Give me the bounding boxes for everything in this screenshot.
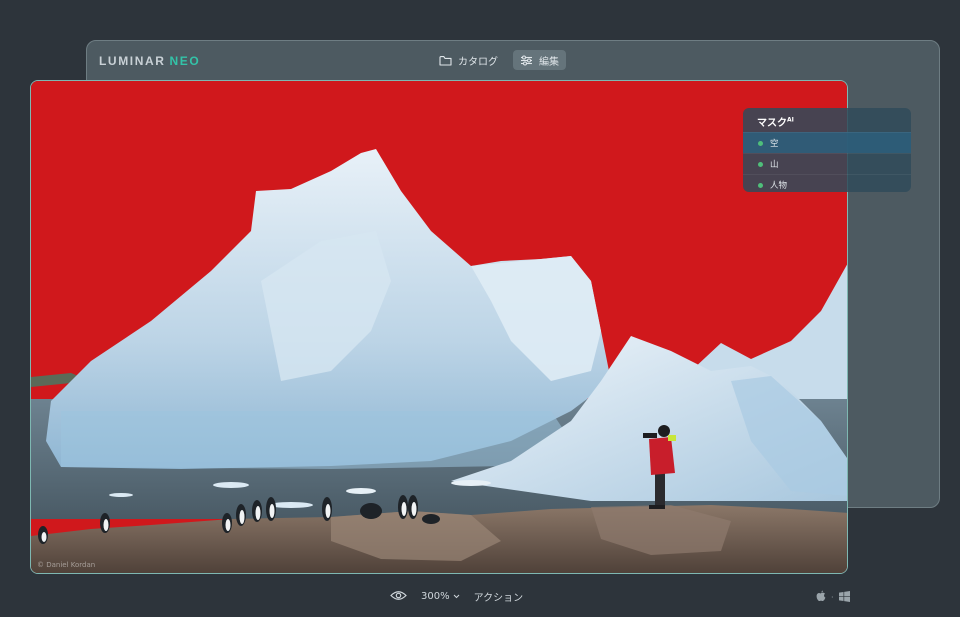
tab-catalog-label: カタログ bbox=[458, 56, 498, 68]
platform-icons: · bbox=[816, 590, 850, 604]
mask-item-sky[interactable]: 空 bbox=[743, 132, 911, 153]
tab-edit-label: 編集 bbox=[539, 56, 559, 68]
apple-icon bbox=[816, 590, 826, 604]
mask-title-sup: AI bbox=[787, 116, 794, 124]
logo-main: LUMINAR bbox=[99, 54, 166, 68]
bottom-toolbar: 300% アクション bbox=[390, 589, 523, 604]
zoom-value: 300% bbox=[421, 591, 450, 602]
iceberg-photo bbox=[31, 81, 847, 573]
actions-button[interactable]: アクション bbox=[474, 589, 524, 604]
tab-catalog[interactable]: カタログ bbox=[432, 50, 505, 70]
logo-accent: NEO bbox=[169, 54, 201, 68]
mask-item-people[interactable]: 人物 bbox=[743, 174, 911, 192]
app-logo: LUMINAR NEO bbox=[99, 54, 200, 68]
mask-item-label: 空 bbox=[770, 139, 779, 149]
photo-credit: © Daniel Kordan bbox=[37, 561, 96, 569]
chevron-down-icon bbox=[453, 591, 460, 602]
platform-separator: · bbox=[831, 592, 834, 602]
photo-canvas[interactable]: © Daniel Kordan bbox=[30, 80, 848, 574]
mask-item-label: 人物 bbox=[770, 181, 788, 191]
mask-item-label: 山 bbox=[770, 160, 779, 170]
tab-edit[interactable]: 編集 bbox=[513, 50, 566, 70]
status-dot-icon bbox=[758, 182, 763, 188]
windows-icon bbox=[838, 590, 850, 604]
sliders-icon bbox=[520, 55, 533, 66]
mask-panel-title: マスクAI bbox=[743, 108, 911, 132]
mask-ai-panel: マスクAI 空 山 人物 bbox=[743, 108, 911, 192]
eye-icon[interactable] bbox=[390, 590, 407, 604]
status-dot-icon bbox=[758, 161, 763, 167]
zoom-dropdown[interactable]: 300% bbox=[421, 591, 460, 602]
mode-tabs: カタログ 編集 bbox=[432, 50, 566, 70]
status-dot-icon bbox=[758, 140, 763, 146]
folder-icon bbox=[439, 55, 452, 66]
mask-title-text: マスク bbox=[757, 118, 787, 129]
mask-item-mountain[interactable]: 山 bbox=[743, 153, 911, 174]
